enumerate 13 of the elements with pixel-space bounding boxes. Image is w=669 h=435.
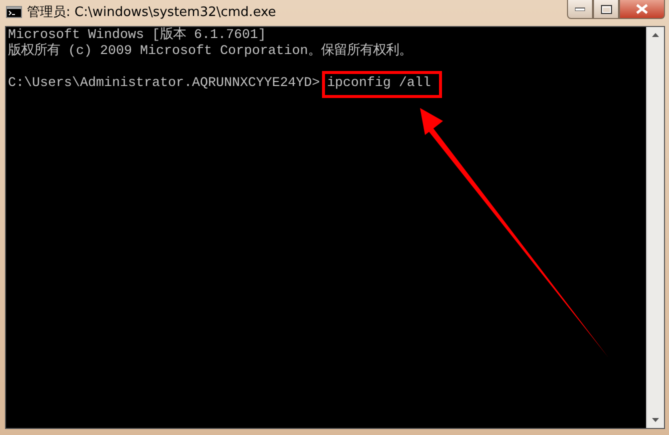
console-icon [6, 6, 22, 18]
command-text: ipconfig /all [322, 71, 442, 98]
console-line: 版权所有 (c) 2009 Microsoft Corporation。保留所有权利。 [8, 44, 413, 60]
maximize-button[interactable] [593, 0, 619, 19]
window-title: 管理员: C:\windows\system32\cmd.exe [27, 4, 277, 21]
minimize-icon [575, 7, 585, 11]
console-line: Microsoft Windows [版本 6.1.7601] [8, 28, 267, 43]
prompt-text: C:\Users\Administrator.AQRUNNXCYYE24YD> [8, 76, 320, 91]
close-button[interactable] [619, 0, 665, 19]
close-icon [636, 4, 648, 14]
scrollbar[interactable] [646, 27, 664, 428]
maximize-icon [600, 4, 612, 14]
minimize-button[interactable] [567, 0, 593, 19]
